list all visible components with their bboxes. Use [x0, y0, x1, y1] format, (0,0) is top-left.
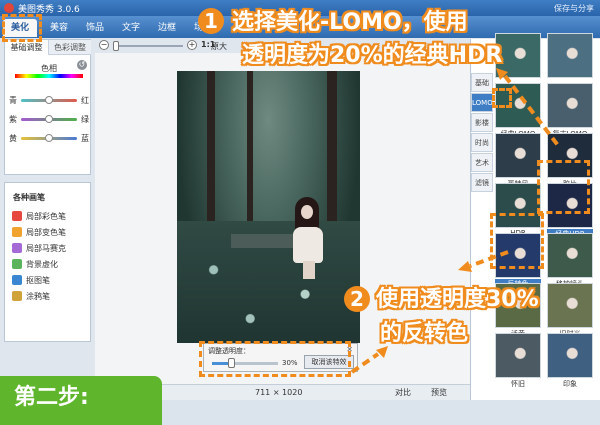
- tab-beauty[interactable]: 美容: [42, 19, 76, 37]
- category-lomo[interactable]: LOMO: [471, 93, 493, 112]
- cutout-icon: [12, 275, 22, 285]
- adjust-panel: 基础调整 色彩调整 色相 ↺ 青 红 紫 绿 黄 蓝: [4, 39, 91, 175]
- category-basic[interactable]: 基础: [471, 73, 493, 92]
- tab-color-adjust[interactable]: 色彩调整: [48, 40, 91, 55]
- zoom-knob[interactable]: [113, 41, 119, 51]
- brush-label: 局部马赛克: [26, 244, 66, 253]
- save-share-button[interactable]: 保存与分享: [554, 3, 594, 14]
- effect-thumbnail: [547, 233, 593, 278]
- slider-knob[interactable]: [45, 134, 53, 142]
- beautify-tab-highlight: [2, 14, 42, 42]
- callout-1-line-1: 选择美化-LOMO，使用: [232, 10, 468, 35]
- effect-thumbnail: [495, 133, 541, 178]
- recolor-pen-icon: [12, 227, 22, 237]
- brush-panel: 各种画笔 局部彩色笔 局部变色笔 局部马赛克 背景虚化 抠图笔 涂鸦笔: [4, 182, 91, 342]
- girl-legs: [303, 261, 315, 279]
- photo: [177, 71, 360, 343]
- effect-item[interactable]: 移轴镜头: [547, 233, 593, 288]
- effect-label: 怀旧: [511, 380, 525, 388]
- tree-trunk: [327, 71, 337, 221]
- lomo-tab-highlight: [492, 88, 512, 108]
- slider-left-label: 紫: [9, 115, 17, 124]
- blur-icon: [12, 259, 22, 269]
- opacity-dialog-highlight: [199, 341, 351, 377]
- app-logo-icon: [4, 3, 14, 13]
- category-filter[interactable]: 滤镜: [471, 173, 493, 192]
- invert-highlight: [490, 213, 544, 269]
- effect-item[interactable]: 复古LOMO: [547, 83, 593, 138]
- effect-item[interactable]: 旧时光: [547, 283, 593, 338]
- category-fashion[interactable]: 时尚: [471, 133, 493, 152]
- brush-item[interactable]: 涂鸦笔: [12, 289, 90, 303]
- tab-frame[interactable]: 边框: [150, 19, 184, 37]
- effect-thumbnail: [547, 33, 593, 78]
- effect-thumbnail: [547, 283, 593, 328]
- zoom-out-icon[interactable]: −: [99, 40, 109, 50]
- cyan-red-slider[interactable]: 青 红: [9, 95, 89, 105]
- yellow-blue-slider[interactable]: 黄 蓝: [9, 133, 89, 143]
- slider-left-label: 黄: [9, 134, 17, 143]
- image-dimensions: 711 × 1020: [255, 388, 303, 397]
- callout-2-line-1: 使用透明度30%: [376, 287, 539, 312]
- slider-left-label: 青: [9, 96, 17, 105]
- callout-1-line-2: 透明度为20%的经典HDR: [242, 43, 503, 68]
- slider-right-label: 红: [81, 96, 89, 105]
- tree-trunk: [247, 71, 253, 221]
- left-panel: 基础调整 色彩调整 色相 ↺ 青 红 紫 绿 黄 蓝 各种画笔 局部彩色笔 局部…: [4, 39, 91, 384]
- step-label: 第二步:: [0, 376, 162, 425]
- brush-item[interactable]: 抠图笔: [12, 273, 90, 287]
- slider-right-label: 绿: [81, 115, 89, 124]
- preview-button[interactable]: 预览: [431, 387, 447, 398]
- tree-trunk: [207, 71, 215, 221]
- effect-label: 印象: [563, 380, 577, 388]
- tab-basic-adjust[interactable]: 基础调整: [5, 40, 48, 55]
- effect-item[interactable]: 印象: [547, 333, 593, 388]
- step-badge-1: 1: [198, 8, 224, 34]
- classic-hdr-highlight: [537, 160, 590, 214]
- reset-icon[interactable]: ↺: [77, 60, 87, 70]
- zoom-in-icon[interactable]: +: [187, 40, 197, 50]
- hue-label: 色相: [41, 64, 57, 73]
- category-art[interactable]: 艺术: [471, 153, 493, 172]
- category-studio[interactable]: 影楼: [471, 113, 493, 132]
- effect-item[interactable]: 怀旧: [495, 333, 541, 388]
- step-badge-2: 2: [344, 286, 370, 312]
- brush-label: 背景虚化: [26, 260, 58, 269]
- brush-item[interactable]: 局部马赛克: [12, 241, 90, 255]
- brush-label: 局部变色笔: [26, 228, 66, 237]
- slider-knob[interactable]: [45, 96, 53, 104]
- compare-button[interactable]: 对比: [395, 387, 411, 398]
- brush-item[interactable]: 局部彩色笔: [12, 209, 90, 223]
- purple-green-slider[interactable]: 紫 绿: [9, 114, 89, 124]
- color-pen-icon: [12, 211, 22, 221]
- brush-item[interactable]: 局部变色笔: [12, 225, 90, 239]
- tab-text[interactable]: 文字: [114, 19, 148, 37]
- brush-panel-title: 各种画笔: [13, 193, 45, 202]
- mosaic-icon: [12, 243, 22, 253]
- effect-item[interactable]: [547, 33, 593, 88]
- callout-2-line-2: 的反转色: [380, 321, 469, 346]
- effect-thumbnail: [547, 333, 593, 378]
- tab-accessories[interactable]: 饰品: [78, 19, 112, 37]
- effect-thumbnail: [495, 333, 541, 378]
- doodle-pen-icon: [12, 291, 22, 301]
- slider-knob[interactable]: [45, 115, 53, 123]
- girl-face: [301, 205, 313, 219]
- zoom-slider[interactable]: [113, 45, 183, 47]
- effect-thumbnail: [547, 83, 593, 128]
- brush-label: 抠图笔: [26, 276, 50, 285]
- effect-item[interactable]: 哥特风: [495, 133, 541, 188]
- brush-label: 局部彩色笔: [26, 212, 66, 221]
- brush-label: 涂鸦笔: [26, 292, 50, 301]
- brush-item[interactable]: 背景虚化: [12, 257, 90, 271]
- girl-dress: [293, 227, 323, 263]
- original-size-label[interactable]: 原大: [211, 41, 227, 52]
- slider-right-label: 蓝: [81, 134, 89, 143]
- hue-slider[interactable]: [15, 74, 83, 78]
